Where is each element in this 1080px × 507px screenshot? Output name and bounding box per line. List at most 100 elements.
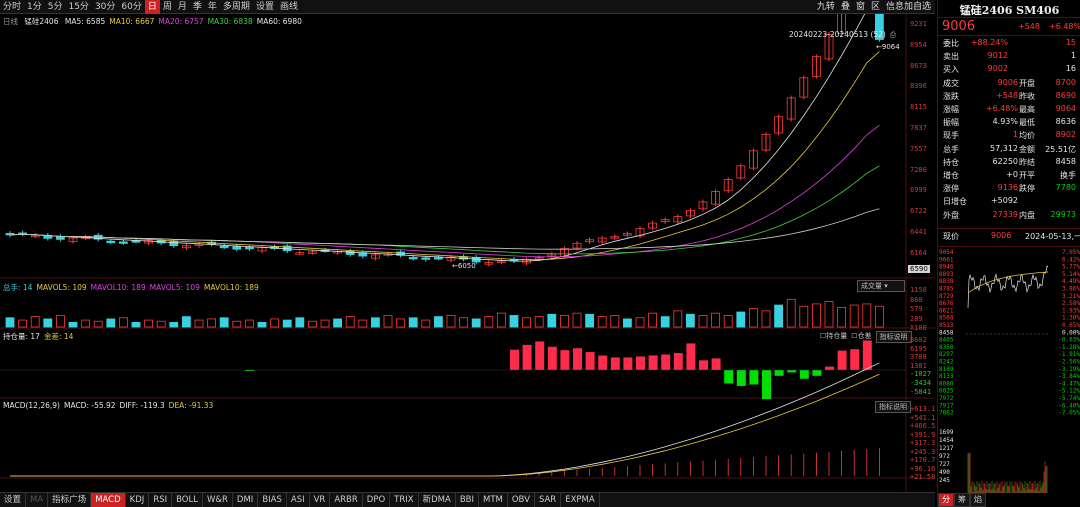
indicator-tab[interactable]: OBV [508, 492, 535, 507]
mini-price-label: 8350 [939, 344, 954, 351]
quote-row-value: 换手 [1060, 171, 1076, 180]
period-tab[interactable]: 15分 [65, 0, 91, 14]
oi-checkbox-diff[interactable]: ☐仓差 [851, 331, 871, 343]
volume-select-label: 成交量 [861, 282, 882, 290]
quote-row-value: 16 [1065, 64, 1076, 74]
main-legend: 日线 锰硅2406 MA5: 6585 MA10: 6667 MA20: 6757 M… [3, 16, 310, 27]
indicator-tab[interactable]: RSI [149, 492, 173, 507]
macd-legend: MACD(12,26,9) MACD: -55.92 DIFF: -119.3 DEA… [3, 401, 217, 410]
period-tab[interactable]: 周 [160, 0, 175, 14]
camera-icon[interactable]: ⎙ [890, 30, 896, 39]
toolbar-right-item[interactable]: 九转 [817, 0, 835, 14]
period-tab[interactable]: 1分 [24, 0, 45, 14]
oi-help-button[interactable]: 指标说明 [875, 331, 912, 343]
quote-row: 增仓 +0 开平 换手 [941, 170, 1078, 182]
low-marker-value: 6050 [457, 262, 476, 270]
oi-bar [573, 348, 582, 370]
mini-price-label: 8133 [939, 373, 954, 380]
indicator-tab[interactable]: DMI [233, 492, 259, 507]
mini-price-label: 7972 [939, 395, 954, 402]
quote-panel: 锰硅2406 SM406 9006 +548 +6.48% 委比 +88.24% 1… [937, 0, 1080, 507]
mini-pct-label: -7.05% [1058, 410, 1080, 417]
period-tab[interactable]: 多周期 [220, 0, 253, 14]
indicator-tab[interactable]: W&R [203, 492, 233, 507]
period-tab[interactable]: 分时 [0, 0, 24, 14]
oi-axis-label: -1027 [910, 370, 932, 379]
oi-legend-item: 持仓量: 17 [3, 332, 40, 341]
oi-bar [850, 349, 860, 370]
period-tab[interactable]: 季 [190, 0, 205, 14]
toolbar-right-item[interactable]: 窗 [856, 0, 865, 14]
volume-bar [370, 317, 380, 328]
now-label: 现价 [943, 232, 959, 241]
quote-row: 外盘 27339 内盘 29973 [941, 210, 1078, 222]
period-tab[interactable]: 30分 [92, 0, 118, 14]
indicator-tab[interactable]: ARBR [330, 492, 363, 507]
kline-chart-svg[interactable] [0, 14, 935, 492]
indicator-tab[interactable]: DPO [363, 492, 391, 507]
period-tab[interactable]: 日 [144, 0, 160, 14]
oi-bar [837, 350, 847, 370]
volume-bar [282, 319, 292, 328]
volume-bar [761, 310, 771, 328]
volume-bar [446, 315, 456, 328]
indicator-tab[interactable]: BOLL [172, 492, 203, 507]
toolbar-right-item[interactable]: 叠 [841, 0, 850, 14]
period-tab[interactable]: 设置 [253, 0, 277, 14]
oi-checkbox-open-interest[interactable]: ☐持仓量 [820, 331, 847, 343]
macd-help-button[interactable]: 指标说明 [875, 401, 911, 413]
indicator-tab[interactable]: SAR [535, 492, 562, 507]
mini-chart-tab[interactable]: 筹 [954, 493, 970, 507]
mini-price-label: 8676 [939, 300, 954, 307]
kline-chart-area[interactable] [0, 14, 935, 492]
quote-row-label: 委比 [943, 39, 959, 48]
quote-row-value: 7780 [1055, 183, 1076, 193]
indicator-tab[interactable]: KDJ [126, 492, 150, 507]
quote-row-value: 8700 [1055, 77, 1076, 87]
indicator-tab[interactable]: EXPMA [561, 492, 600, 507]
period-tab[interactable]: 年 [205, 0, 220, 14]
period-tab[interactable]: 5分 [45, 0, 66, 14]
volume-select-button[interactable]: 成交量 ▾ [857, 280, 905, 292]
indicator-tab[interactable]: ASI [287, 492, 310, 507]
toolbar-right-item[interactable]: 区 [871, 0, 880, 14]
indicator-tab[interactable]: 设置 [0, 492, 27, 507]
period-tab[interactable]: 画线 [277, 0, 301, 14]
indicator-tab[interactable]: MACD [91, 492, 126, 507]
mini-price-label: 8785 [939, 286, 954, 293]
price-axis-label: 8954 [910, 40, 927, 49]
indicator-tab[interactable]: 新DMA [419, 492, 456, 507]
volume-bar [320, 319, 330, 328]
volume-legend: 总手: 14 MAVOL5: 109 MAVOL10: 189 MAVOL5: 109… [3, 282, 263, 293]
price-axis-label: 8115 [910, 103, 927, 112]
volume-bar [610, 315, 620, 328]
indicator-tab[interactable]: VR [310, 492, 331, 507]
indicator-tab[interactable]: BIAS [258, 492, 287, 507]
quote-row: 总手 57,312 金额 25.51亿 [941, 144, 1078, 156]
indicator-tab[interactable]: BBI [456, 492, 479, 507]
indicator-tab[interactable]: MA [26, 492, 49, 507]
period-tab[interactable]: 月 [175, 0, 190, 14]
intraday-mini-chart[interactable]: 9054 7.05% 9001 6.42% 8946 5.77% 8893 5.14% 8838… [938, 248, 1080, 493]
indicator-tab[interactable]: MTM [479, 492, 508, 507]
toolbar-right-item[interactable]: 信息加自选 [886, 0, 931, 14]
quote-row-sublabel: 跌停 [1019, 184, 1035, 194]
volume-bar [333, 318, 343, 328]
period-tab[interactable]: 60分 [118, 0, 144, 14]
volume-bar [93, 320, 103, 328]
quote-row-sublabel: 内盘 [1019, 210, 1035, 220]
volume-bar [496, 312, 506, 328]
mini-chart-tab[interactable]: 分 [938, 493, 954, 507]
period-toolbar: 分时 1分 5分 15分 30分 60分日周月季年多周期 设置 画线 九转叠窗区信息加自选 [0, 0, 935, 14]
indicator-tab[interactable]: 指标广场 [48, 492, 92, 507]
mini-vol-label: 1454 [939, 437, 954, 444]
macd-axis-label: +541.1 [910, 413, 936, 422]
volume-bar [43, 318, 53, 328]
indicator-tab[interactable]: TRIX [390, 492, 419, 507]
volume-bar [837, 306, 846, 328]
range-label: 20240223-20240513 (52) ⎙ [789, 30, 900, 40]
volume-bar [824, 301, 834, 328]
mini-chart-tab[interactable]: 焰 [970, 493, 986, 507]
oi-bar [799, 370, 809, 379]
volume-bar [169, 321, 179, 328]
